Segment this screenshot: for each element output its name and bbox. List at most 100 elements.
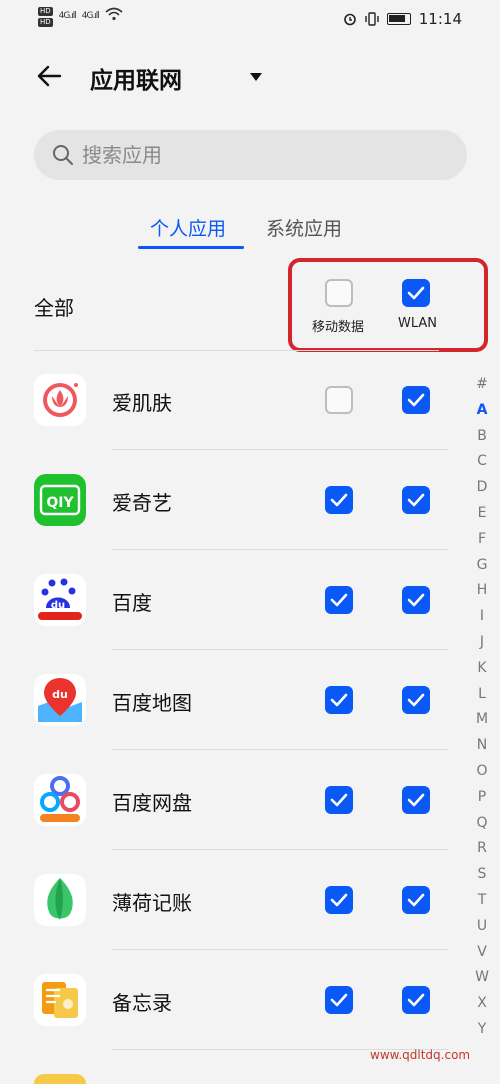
signal-icon-2: 4G.ıll bbox=[81, 11, 100, 21]
highlight-annotation bbox=[288, 258, 488, 352]
alphabet-index-letter[interactable]: X bbox=[470, 991, 494, 1017]
alphabet-index-letter[interactable]: M bbox=[470, 707, 494, 733]
wlan-checkbox[interactable] bbox=[402, 986, 430, 1014]
alphabet-index[interactable]: # A B C D E F G H I J K L M N O P Q R S T U V W X Y bbox=[470, 372, 494, 1043]
app-row[interactable]: 百度网盘 bbox=[0, 750, 460, 850]
alphabet-index-letter[interactable]: V bbox=[470, 940, 494, 966]
tab-system-apps[interactable]: 系统应用 bbox=[266, 214, 342, 241]
app-name: 百度 bbox=[112, 591, 152, 615]
back-arrow-icon[interactable] bbox=[34, 61, 64, 91]
alphabet-index-letter[interactable]: A bbox=[470, 398, 494, 424]
mobile-data-column-label: 移动数据 bbox=[312, 320, 365, 335]
alphabet-index-letter[interactable]: O bbox=[470, 759, 494, 785]
alphabet-index-letter[interactable]: Y bbox=[470, 1017, 494, 1043]
app-row[interactable]: 备忘录 bbox=[0, 950, 460, 1050]
watermark-text: www.qdltdq.com bbox=[370, 1048, 471, 1062]
check-icon bbox=[407, 693, 425, 707]
alphabet-index-letter[interactable]: Q bbox=[470, 811, 494, 837]
alphabet-index-letter[interactable]: H bbox=[470, 578, 494, 604]
app-row[interactable]: du 百度地图 bbox=[0, 650, 460, 750]
app-row[interactable]: 爱肌肤 bbox=[0, 350, 460, 450]
app-row[interactable]: QIY 爱奇艺 bbox=[0, 450, 460, 550]
wlan-checkbox[interactable] bbox=[402, 786, 430, 814]
search-bar[interactable] bbox=[34, 130, 467, 180]
check-icon bbox=[407, 493, 425, 507]
alphabet-index-letter[interactable]: G bbox=[470, 553, 494, 579]
search-icon bbox=[53, 145, 73, 165]
mobile-data-checkbox[interactable] bbox=[325, 786, 353, 814]
check-icon bbox=[407, 993, 425, 1007]
alphabet-index-letter[interactable]: S bbox=[470, 862, 494, 888]
hd-badges: HD HD bbox=[38, 7, 53, 27]
alphabet-index-letter[interactable]: I bbox=[470, 604, 494, 630]
notes-app-icon bbox=[34, 974, 86, 1026]
wlan-checkbox[interactable] bbox=[402, 386, 430, 414]
all-mobile-data-checkbox[interactable] bbox=[325, 279, 353, 307]
app-name: 爱奇艺 bbox=[112, 491, 172, 515]
check-icon bbox=[407, 893, 425, 907]
alphabet-index-letter[interactable]: R bbox=[470, 836, 494, 862]
app-name: 百度网盘 bbox=[112, 791, 192, 815]
mobile-data-checkbox[interactable] bbox=[325, 386, 353, 414]
mobile-data-checkbox[interactable] bbox=[325, 986, 353, 1014]
all-wlan-checkbox[interactable] bbox=[402, 279, 430, 307]
check-icon bbox=[330, 693, 348, 707]
alphabet-index-letter[interactable]: J bbox=[470, 630, 494, 656]
alphabet-index-letter[interactable]: # bbox=[470, 372, 494, 398]
mint-ledger-app-icon bbox=[34, 874, 86, 926]
baidu-app-icon: du bbox=[34, 574, 86, 626]
next-app-icon-partial bbox=[34, 1074, 86, 1084]
wlan-checkbox[interactable] bbox=[402, 686, 430, 714]
check-icon bbox=[407, 793, 425, 807]
all-label: 全部 bbox=[34, 296, 74, 320]
svg-text:QIY: QIY bbox=[46, 495, 74, 511]
tab-personal-apps[interactable]: 个人应用 bbox=[150, 214, 226, 241]
check-icon bbox=[330, 493, 348, 507]
alphabet-index-letter[interactable]: D bbox=[470, 475, 494, 501]
wlan-checkbox[interactable] bbox=[402, 586, 430, 614]
check-icon bbox=[330, 593, 348, 607]
alphabet-index-letter[interactable]: W bbox=[470, 965, 494, 991]
alphabet-index-letter[interactable]: N bbox=[470, 733, 494, 759]
vibrate-icon bbox=[365, 12, 379, 26]
wifi-icon bbox=[105, 7, 123, 21]
mobile-data-checkbox[interactable] bbox=[325, 686, 353, 714]
mobile-data-checkbox[interactable] bbox=[325, 886, 353, 914]
alphabet-index-letter[interactable]: U bbox=[470, 914, 494, 940]
check-icon bbox=[407, 286, 425, 300]
check-icon bbox=[407, 593, 425, 607]
mobile-data-checkbox[interactable] bbox=[325, 586, 353, 614]
app-row[interactable]: 薄荷记账 bbox=[0, 850, 460, 950]
alphabet-index-letter[interactable]: L bbox=[470, 682, 494, 708]
check-icon bbox=[407, 393, 425, 407]
check-icon bbox=[330, 793, 348, 807]
wlan-column-label: WLAN bbox=[398, 316, 438, 331]
app-name: 爱肌肤 bbox=[112, 391, 172, 415]
search-input[interactable] bbox=[82, 138, 442, 172]
status-time: 11:14 bbox=[418, 10, 462, 28]
mobile-data-checkbox[interactable] bbox=[325, 486, 353, 514]
status-left: HD HD 4G.ıll 4G.ıll bbox=[38, 7, 123, 27]
alphabet-index-letter[interactable]: P bbox=[470, 785, 494, 811]
app-header: 应用联网 bbox=[0, 55, 500, 105]
battery-icon bbox=[386, 13, 411, 25]
tab-active-indicator bbox=[138, 246, 244, 249]
app-row[interactable]: du 百度 bbox=[0, 550, 460, 650]
alphabet-index-letter[interactable]: B bbox=[470, 424, 494, 450]
wlan-checkbox[interactable] bbox=[402, 886, 430, 914]
alphabet-index-letter[interactable]: E bbox=[470, 501, 494, 527]
wlan-checkbox[interactable] bbox=[402, 486, 430, 514]
status-bar: HD HD 4G.ıll 4G.ıll 11:14 bbox=[0, 0, 500, 40]
status-right: 11:14 bbox=[343, 10, 462, 28]
all-apps-row: 全部 移动数据 WLAN bbox=[0, 252, 500, 352]
alphabet-index-letter[interactable]: F bbox=[470, 527, 494, 553]
baidu-netdisk-app-icon bbox=[34, 774, 86, 826]
page-title: 应用联网 bbox=[90, 68, 182, 94]
dropdown-triangle-icon[interactable] bbox=[248, 69, 264, 85]
aijifu-app-icon bbox=[34, 374, 86, 426]
app-name: 薄荷记账 bbox=[112, 891, 192, 915]
alphabet-index-letter[interactable]: C bbox=[470, 449, 494, 475]
alphabet-index-letter[interactable]: K bbox=[470, 656, 494, 682]
check-icon bbox=[330, 893, 348, 907]
alphabet-index-letter[interactable]: T bbox=[470, 888, 494, 914]
